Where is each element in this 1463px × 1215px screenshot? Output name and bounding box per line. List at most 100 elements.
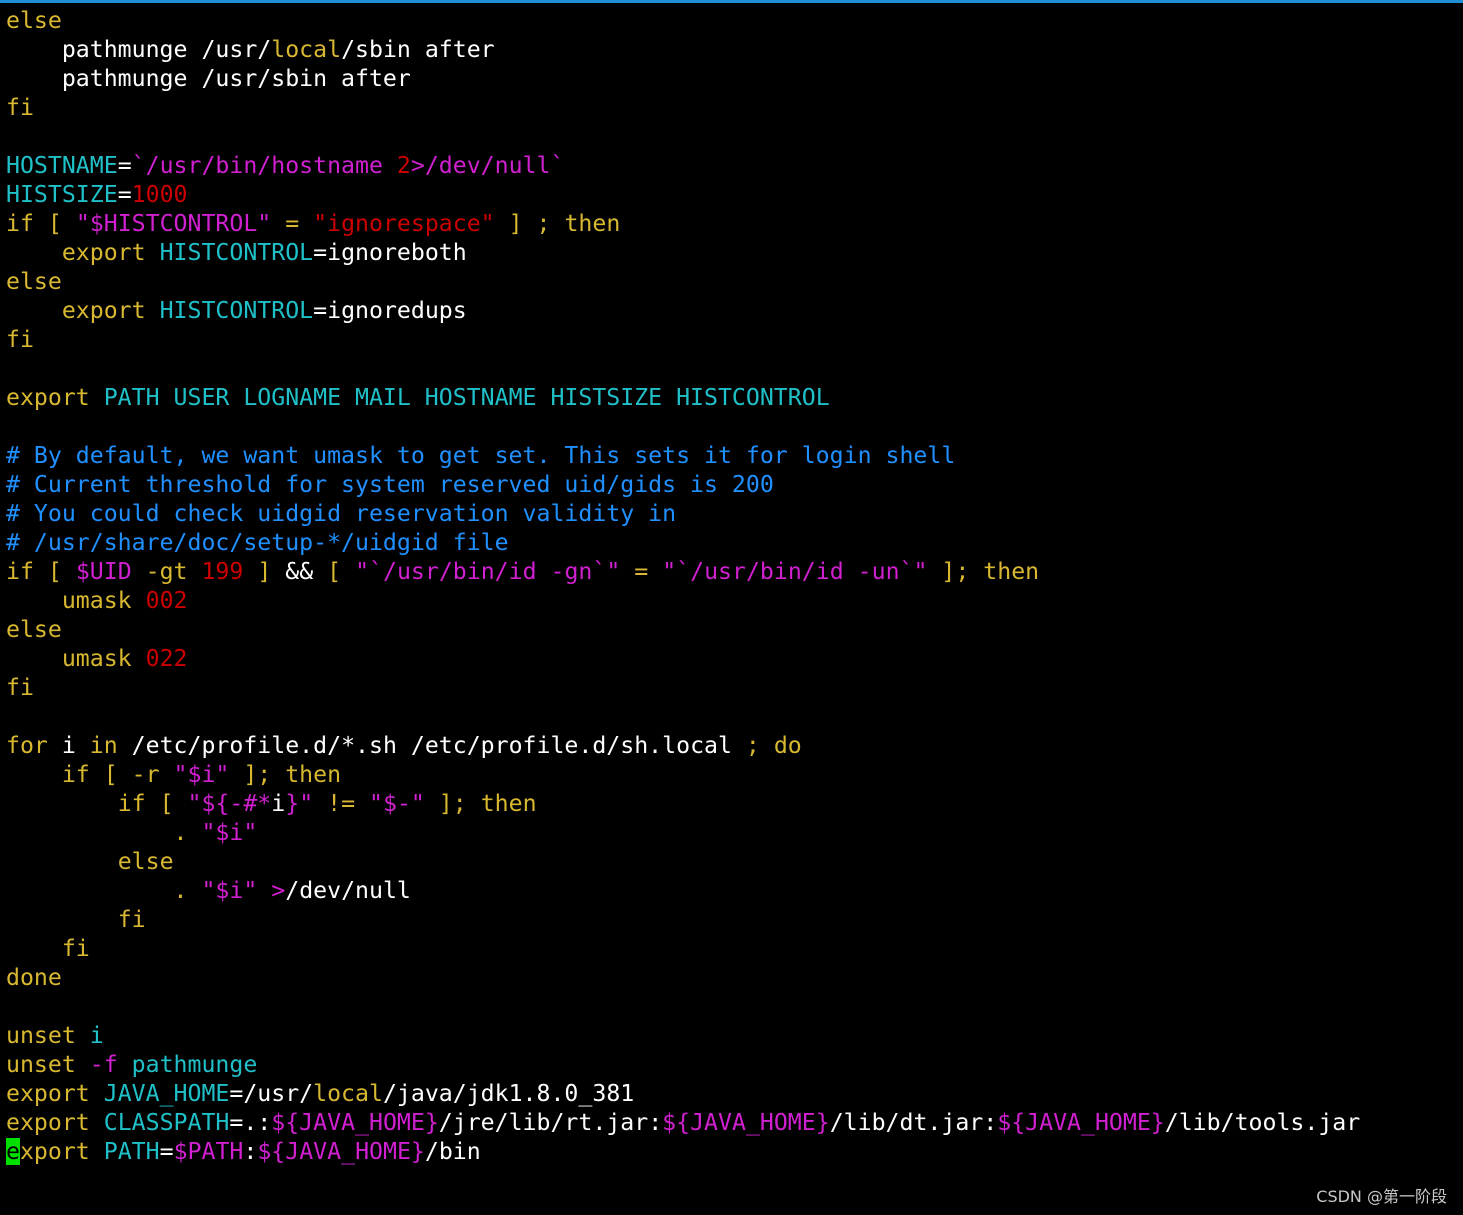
- code-token: pathmunge /usr/sbin after: [6, 65, 411, 92]
- code-token: >: [271, 877, 286, 904]
- code-token: then: [285, 761, 342, 788]
- terminal-line: else: [6, 6, 1463, 35]
- code-token: export: [61, 239, 146, 266]
- code-token: ignoreboth: [327, 239, 467, 266]
- code-token: /java/jdk1.8.0_381: [382, 1080, 635, 1107]
- terminal-line: # /usr/share/doc/setup-*/uidgid file: [6, 528, 1463, 557]
- code-token: [ -r: [89, 761, 174, 788]
- code-token: umask: [61, 645, 132, 672]
- terminal-line: if [ $UID -gt 199 ] && [ "`/usr/bin/id -…: [6, 557, 1463, 586]
- code-token: /etc/profile.d/*.sh /etc/profile.d/sh.lo…: [117, 732, 746, 759]
- code-token: ignoredups: [327, 297, 467, 324]
- code-token: >/dev/null`: [410, 152, 565, 179]
- code-token: else: [6, 616, 62, 643]
- code-token: "${-#*: [187, 790, 272, 817]
- code-token: =.:: [229, 1109, 272, 1136]
- code-token: "ignorespace": [313, 210, 495, 237]
- code-token: ${JAVA_HOME}: [997, 1109, 1165, 1136]
- code-token: &&: [285, 558, 314, 585]
- code-token: export: [6, 1080, 90, 1107]
- code-token: /lib/dt.jar:: [829, 1109, 998, 1136]
- code-token: CLASSPATH: [103, 1109, 230, 1136]
- code-token: =: [313, 239, 328, 266]
- code-token: pathmunge /usr/: [6, 36, 272, 63]
- code-token: else: [6, 268, 62, 295]
- code-token: [: [33, 558, 76, 585]
- code-token: export: [6, 1109, 90, 1136]
- code-token: "`/usr/bin/id -gn`": [355, 558, 621, 585]
- terminal-line: umask 022: [6, 644, 1463, 673]
- code-token: # /usr/share/doc/setup-*/uidgid file: [6, 529, 509, 556]
- code-token: unset: [6, 1051, 76, 1078]
- csdn-watermark: CSDN @第一阶段: [1316, 1187, 1447, 1206]
- code-token: export: [61, 297, 146, 324]
- code-token: -gt: [131, 558, 202, 585]
- code-token: =: [117, 181, 132, 208]
- code-token: then: [983, 558, 1040, 585]
- code-token: =: [620, 558, 663, 585]
- code-token: local: [313, 1080, 383, 1107]
- code-token: if: [117, 790, 146, 817]
- code-token: ${JAVA_HOME}: [662, 1109, 830, 1136]
- code-token: $PATH: [173, 1138, 244, 1165]
- code-token: "$-": [369, 790, 425, 817]
- code-token: `/usr/bin/hostname: [131, 152, 397, 179]
- code-token: then: [564, 210, 621, 237]
- code-token: fi: [117, 906, 146, 933]
- code-token: /jre/lib/rt.jar:: [438, 1109, 663, 1136]
- code-token: "$HISTCONTROL": [75, 210, 272, 237]
- code-token: i: [271, 790, 286, 817]
- code-token: in: [89, 732, 118, 759]
- code-token: ${JAVA_HOME}: [257, 1138, 425, 1165]
- terminal-line: fi: [6, 673, 1463, 702]
- terminal-text-area[interactable]: else pathmunge /usr/local/sbin after pat…: [6, 6, 1463, 1166]
- code-token: ];: [927, 558, 984, 585]
- code-token: /bin: [424, 1138, 481, 1165]
- terminal-line: fi: [6, 325, 1463, 354]
- code-token: =: [313, 297, 328, 324]
- code-token: ];: [424, 790, 481, 817]
- terminal-line: . "$i": [6, 818, 1463, 847]
- terminal-line: export HISTCONTROL=ignoredups: [6, 296, 1463, 325]
- code-token: fi: [61, 935, 90, 962]
- terminal-line: else: [6, 267, 1463, 296]
- code-token: ;: [745, 732, 774, 759]
- terminal-line: pathmunge /usr/local/sbin after: [6, 35, 1463, 64]
- code-token: JAVA_HOME: [103, 1080, 230, 1107]
- terminal-line: if [ "${-#*i}" != "$-" ]; then: [6, 789, 1463, 818]
- terminal-line: if [ -r "$i" ]; then: [6, 760, 1463, 789]
- code-token: [: [313, 558, 356, 585]
- terminal-line: # Current threshold for system reserved …: [6, 470, 1463, 499]
- terminal-line: unset i: [6, 1021, 1463, 1050]
- terminal-line: # You could check uidgid reservation val…: [6, 499, 1463, 528]
- window-top-border: [0, 0, 1463, 3]
- code-token: HISTCONTROL: [159, 239, 314, 266]
- code-token: PATH USER LOGNAME MAIL HOSTNAME HISTSIZE…: [89, 384, 830, 411]
- code-token: fi: [6, 674, 34, 701]
- terminal-line: unset -f pathmunge: [6, 1050, 1463, 1079]
- code-token: 2: [396, 152, 411, 179]
- code-token: if: [61, 761, 90, 788]
- code-token: }": [285, 790, 314, 817]
- code-token: .: [173, 819, 188, 846]
- code-token: ${JAVA_HOME}: [271, 1109, 439, 1136]
- code-token: $UID: [75, 558, 132, 585]
- terminal-line: else: [6, 847, 1463, 876]
- code-token: ]: [243, 558, 286, 585]
- terminal-line: HOSTNAME=`/usr/bin/hostname 2>/dev/null`: [6, 151, 1463, 180]
- terminal-line: umask 002: [6, 586, 1463, 615]
